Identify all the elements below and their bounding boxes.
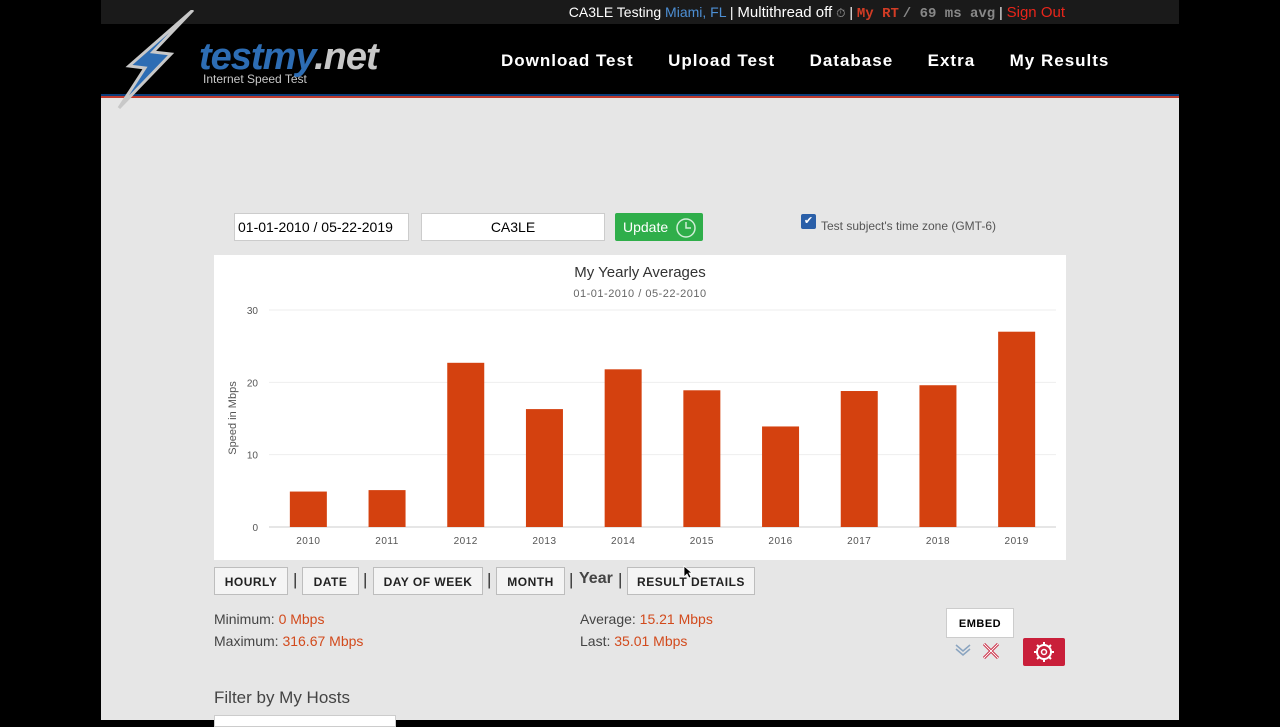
month-button[interactable]: MONTH	[496, 567, 565, 595]
bar-2016[interactable]	[762, 426, 800, 527]
date-range-input[interactable]: 01-01-2010 / 05-22-2019	[234, 213, 409, 241]
lightning-bolt-icon	[117, 10, 195, 110]
x-tick-label: 2016	[768, 536, 792, 547]
testing-label: CA3LE Testing	[568, 4, 662, 20]
maximum-stat: Maximum: 316.67 Mbps	[214, 633, 364, 649]
bar-layer	[289, 331, 1036, 527]
timezone-label: Test subject's time zone (GMT-6)	[821, 219, 997, 233]
x-tick-label: 2012	[454, 536, 478, 547]
bar-2018[interactable]	[919, 385, 957, 527]
x-tick-label: 2013	[532, 536, 556, 547]
embed-button[interactable]: EMBED	[946, 608, 1014, 638]
y-tick-label: 30	[247, 306, 259, 317]
main-nav: Download Test Upload Test Database Extra…	[501, 51, 1139, 71]
bar-2019[interactable]	[998, 331, 1036, 527]
update-label: Update	[623, 219, 669, 235]
chart-subtitle: 01-01-2010 / 05-22-2010	[573, 288, 706, 300]
nav-upload-test[interactable]: Upload Test	[668, 51, 775, 71]
x-tick-label: 2017	[847, 536, 871, 547]
chart-panel: My Yearly Averages 01-01-2010 / 05-22-20…	[214, 255, 1066, 560]
chart-title: My Yearly Averages	[574, 264, 705, 281]
location-link[interactable]: Miami, FL	[665, 4, 726, 20]
filter-hosts-select[interactable]	[214, 715, 396, 727]
sign-out-link[interactable]: Sign Out	[1007, 4, 1065, 21]
separator: |	[363, 570, 368, 589]
separator: |	[487, 570, 492, 589]
bar-2015[interactable]	[683, 390, 721, 527]
bar-2013[interactable]	[525, 409, 563, 527]
y-tick-label: 20	[247, 378, 259, 389]
bar-2017[interactable]	[840, 391, 878, 527]
x-tick-layer: 2010 2011 2012 2013 2014 2015 2016 2017 2018 2019	[296, 536, 1029, 547]
nav-extra[interactable]: Extra	[928, 51, 976, 71]
my-rt-label[interactable]: My RT	[857, 6, 899, 22]
date-button[interactable]: DATE	[302, 567, 359, 595]
stopwatch-icon[interactable]: ⏱	[836, 6, 845, 20]
multithread-toggle[interactable]: Multithread off	[737, 4, 832, 21]
page: CA3LE Testing Miami, FL | Multithread of…	[101, 0, 1179, 727]
logo-tagline: Internet Speed Test	[203, 72, 307, 86]
timezone-checkbox[interactable]: ✔	[801, 214, 816, 229]
x-tick-label: 2010	[296, 536, 320, 547]
last-stat: Last: 35.01 Mbps	[580, 633, 688, 649]
close-icon[interactable]	[981, 641, 1001, 661]
separator: |	[618, 570, 623, 589]
y-axis-label: Speed in Mbps	[227, 381, 239, 455]
separator: |	[849, 4, 853, 20]
year-label-active: Year	[579, 570, 613, 587]
site-logo[interactable]: testmy.net Internet Speed Test	[115, 10, 415, 110]
yearly-averages-chart: My Yearly Averages 01-01-2010 / 05-22-20…	[227, 264, 1056, 547]
minimum-stat: Minimum: 0 Mbps	[214, 611, 325, 627]
day-of-week-button[interactable]: DAY OF WEEK	[373, 567, 483, 595]
bar-2011[interactable]	[368, 490, 406, 527]
host-input[interactable]: CA3LE	[421, 213, 605, 241]
hourly-button[interactable]: HOURLY	[214, 567, 288, 595]
nav-download-test[interactable]: Download Test	[501, 51, 634, 71]
bar-2012[interactable]	[447, 362, 485, 527]
x-tick-label: 2019	[1005, 536, 1029, 547]
mouse-cursor-icon	[683, 565, 693, 579]
x-tick-label: 2018	[926, 536, 950, 547]
x-tick-label: 2014	[611, 536, 635, 547]
rt-value: / 69 ms avg	[902, 6, 996, 22]
clock-icon	[676, 218, 696, 238]
separator: |	[293, 570, 298, 589]
separator: |	[569, 570, 574, 589]
separator: |	[999, 4, 1003, 20]
x-tick-label: 2011	[375, 536, 399, 547]
filter-hosts-title: Filter by My Hosts	[214, 688, 351, 707]
bar-2014[interactable]	[604, 369, 642, 527]
settings-button[interactable]	[1023, 638, 1065, 666]
separator: |	[729, 4, 734, 20]
nav-my-results[interactable]: My Results	[1010, 51, 1110, 71]
update-button[interactable]: Update	[615, 213, 703, 241]
gear-icon	[1034, 642, 1054, 662]
x-tick-label: 2015	[690, 536, 714, 547]
average-stat: Average: 15.21 Mbps	[580, 611, 713, 627]
bar-2010[interactable]	[289, 491, 327, 527]
y-tick-label: 0	[252, 523, 258, 534]
chevron-down-icon[interactable]	[954, 643, 972, 657]
y-tick-label: 10	[247, 451, 259, 462]
nav-database[interactable]: Database	[810, 51, 894, 71]
